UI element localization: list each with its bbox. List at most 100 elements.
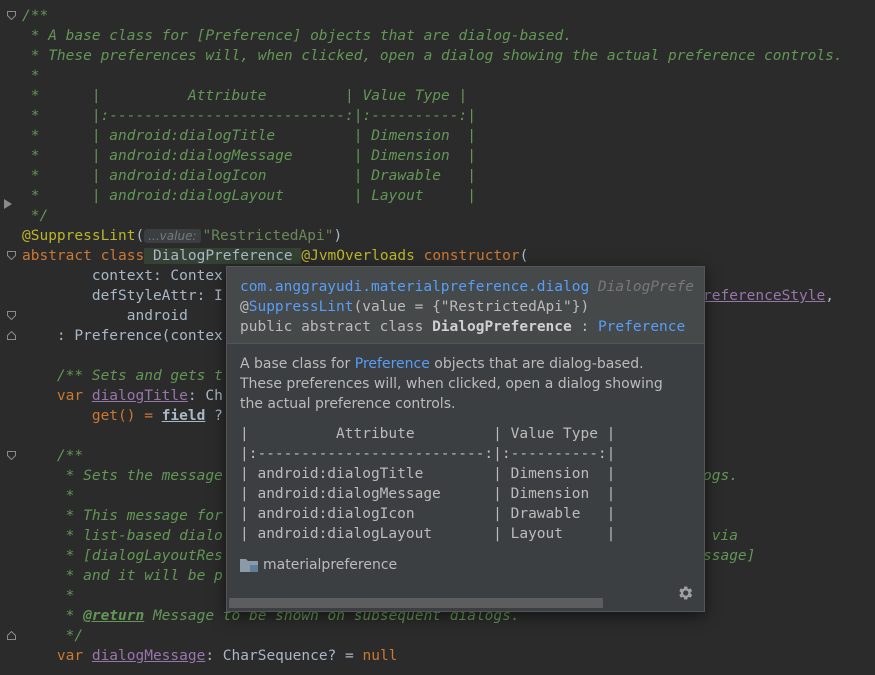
code-line: * | android:dialogMessage | Dimension | xyxy=(22,146,476,166)
code-line: : Preference(contex xyxy=(22,326,223,346)
code-token: android xyxy=(22,308,188,324)
declaration-modifiers: public abstract class xyxy=(240,319,433,335)
class-name: DialogPreference xyxy=(144,248,302,264)
keyword: abstract class xyxy=(22,248,145,264)
module-info: materialpreference xyxy=(240,555,397,575)
code-line: * | Attribute | Value Type | xyxy=(22,86,468,106)
code-line: context: Contex xyxy=(22,266,223,286)
code-token: context: Contex xyxy=(22,268,223,284)
containing-file: DialogPrefe xyxy=(589,279,694,295)
code-line: * [dialogLayoutRes xyxy=(22,546,223,566)
doc-comment: * | Attribute | Value Type | xyxy=(22,88,468,104)
field-keyword: field xyxy=(161,408,206,424)
folder-icon xyxy=(240,559,258,572)
fold-icon[interactable] xyxy=(7,11,16,20)
doc-comment: * list-based dialo xyxy=(22,528,223,544)
table-row: | android:dialogTitle | Dimension | xyxy=(240,466,616,482)
code-token: defStyleAttr: I xyxy=(22,288,223,304)
property-name: dialogTitle xyxy=(91,388,188,404)
doc-comment: * |:---------------------------:|:------… xyxy=(22,108,476,124)
code-line: android xyxy=(22,306,188,326)
doc-comment: * Sets the message xyxy=(22,468,223,484)
code-token: : Preference(contex xyxy=(22,328,223,344)
preference-link[interactable]: Preference xyxy=(355,356,430,372)
code-token: : CharSequence? = xyxy=(205,648,363,664)
doc-annotation-line: @SuppressLint(value = {"RestrictedApi"}) xyxy=(240,297,589,317)
code-line: abstract class DialogPreference @JvmOver… xyxy=(22,246,528,266)
code-line: /** xyxy=(22,446,83,466)
doc-comment: * xyxy=(22,588,75,604)
annotation-link[interactable]: SuppressLint xyxy=(249,299,354,315)
code-line: /** Sets and gets t xyxy=(22,366,223,386)
property-ref: referenceStyle xyxy=(703,288,826,304)
keyword: null xyxy=(362,648,398,664)
parameter-hint: ...value: xyxy=(144,229,201,243)
editor-gutter[interactable] xyxy=(0,0,20,675)
code-line: var dialogTitle: Ch xyxy=(22,386,223,406)
table-row: | Attribute | Value Type | xyxy=(240,426,616,442)
superclass-link[interactable]: Preference xyxy=(598,319,685,335)
code-line-tail: via xyxy=(703,526,738,546)
code-line: */ xyxy=(22,626,83,646)
doc-comment: * [dialogLayoutRes xyxy=(22,548,223,564)
quick-documentation-popup[interactable]: com.anggrayudi.materialpreference.dialog… xyxy=(226,266,705,612)
code-line: var dialogMessage: CharSequence? = null xyxy=(22,646,398,666)
keyword: var xyxy=(22,388,92,404)
declaration-colon: : xyxy=(571,319,598,335)
doc-comment: ssage] xyxy=(703,548,756,564)
desc-text: A base class for xyxy=(240,356,355,372)
code-token: ) xyxy=(333,228,343,244)
code-line: * These preferences will, when clicked, … xyxy=(22,46,843,66)
property-name: dialogMessage xyxy=(91,648,206,664)
doc-comment: * These preferences will, when clicked, … xyxy=(22,48,843,64)
gear-icon[interactable] xyxy=(676,584,694,602)
doc-comment: * xyxy=(22,68,40,84)
doc-package-line: com.anggrayudi.materialpreference.dialog… xyxy=(240,277,694,297)
code-line: * | android:dialogTitle | Dimension | xyxy=(22,126,476,146)
keyword: var xyxy=(22,648,92,664)
annotation-args: (value = {"RestrictedApi"}) xyxy=(353,299,590,315)
fold-icon[interactable] xyxy=(7,331,16,340)
code-line: * |:---------------------------:|:------… xyxy=(22,106,476,126)
annotation-at: @ xyxy=(240,299,249,315)
code-token: ? xyxy=(205,408,223,424)
doc-comment: * | android:dialogLayout | Layout | xyxy=(22,188,476,204)
code-line: @SuppressLint(...value: "RestrictedApi") xyxy=(22,226,342,246)
doc-comment: /** xyxy=(22,448,84,464)
code-line: */ xyxy=(22,206,48,226)
doc-comment: * This message for xyxy=(22,508,223,524)
horizontal-scrollbar[interactable] xyxy=(229,598,603,608)
table-row: |:--------------------------:|:---------… xyxy=(240,446,616,462)
doc-comment: * xyxy=(22,608,84,624)
doc-comment: * and it will be p xyxy=(22,568,223,584)
fold-icon[interactable] xyxy=(7,451,16,460)
fold-icon[interactable] xyxy=(7,251,16,260)
code-line: * xyxy=(22,66,40,86)
code-line: * A base class for [Preference] objects … xyxy=(22,26,572,46)
code-line: * This message for xyxy=(22,506,223,526)
code-token: ( xyxy=(135,228,145,244)
annotation: @SuppressLint xyxy=(22,228,136,244)
doc-description: A base class for Preference objects that… xyxy=(240,354,680,414)
table-row: | android:dialogMessage | Dimension | xyxy=(240,486,616,502)
code-line: /** xyxy=(22,6,48,26)
fold-icon[interactable] xyxy=(7,311,16,320)
breakpoint-arrow-icon[interactable] xyxy=(3,198,13,210)
doc-comment: */ xyxy=(22,208,49,224)
getter: get() = xyxy=(22,408,162,424)
fold-icon[interactable] xyxy=(7,631,16,640)
package-link[interactable]: com.anggrayudi.materialpreference.dialog xyxy=(240,279,589,295)
doc-comment: /** Sets and gets t xyxy=(22,368,223,384)
doc-comment: * | android:dialogIcon | Drawable | xyxy=(22,168,476,184)
doc-comment: via xyxy=(703,528,738,544)
keyword: constructor xyxy=(414,248,520,264)
doc-comment: * | android:dialogMessage | Dimension | xyxy=(22,148,476,164)
table-row: | android:dialogLayout | Layout | xyxy=(240,526,616,542)
code-line: * xyxy=(22,586,75,606)
doc-comment: ogs. xyxy=(703,468,738,484)
doc-comment: * | android:dialogTitle | Dimension | xyxy=(22,128,476,144)
code-line: defStyleAttr: I xyxy=(22,286,223,306)
code-line: * list-based dialo xyxy=(22,526,223,546)
module-name: materialpreference xyxy=(263,557,398,573)
declaration-name: DialogPreference xyxy=(432,319,572,335)
